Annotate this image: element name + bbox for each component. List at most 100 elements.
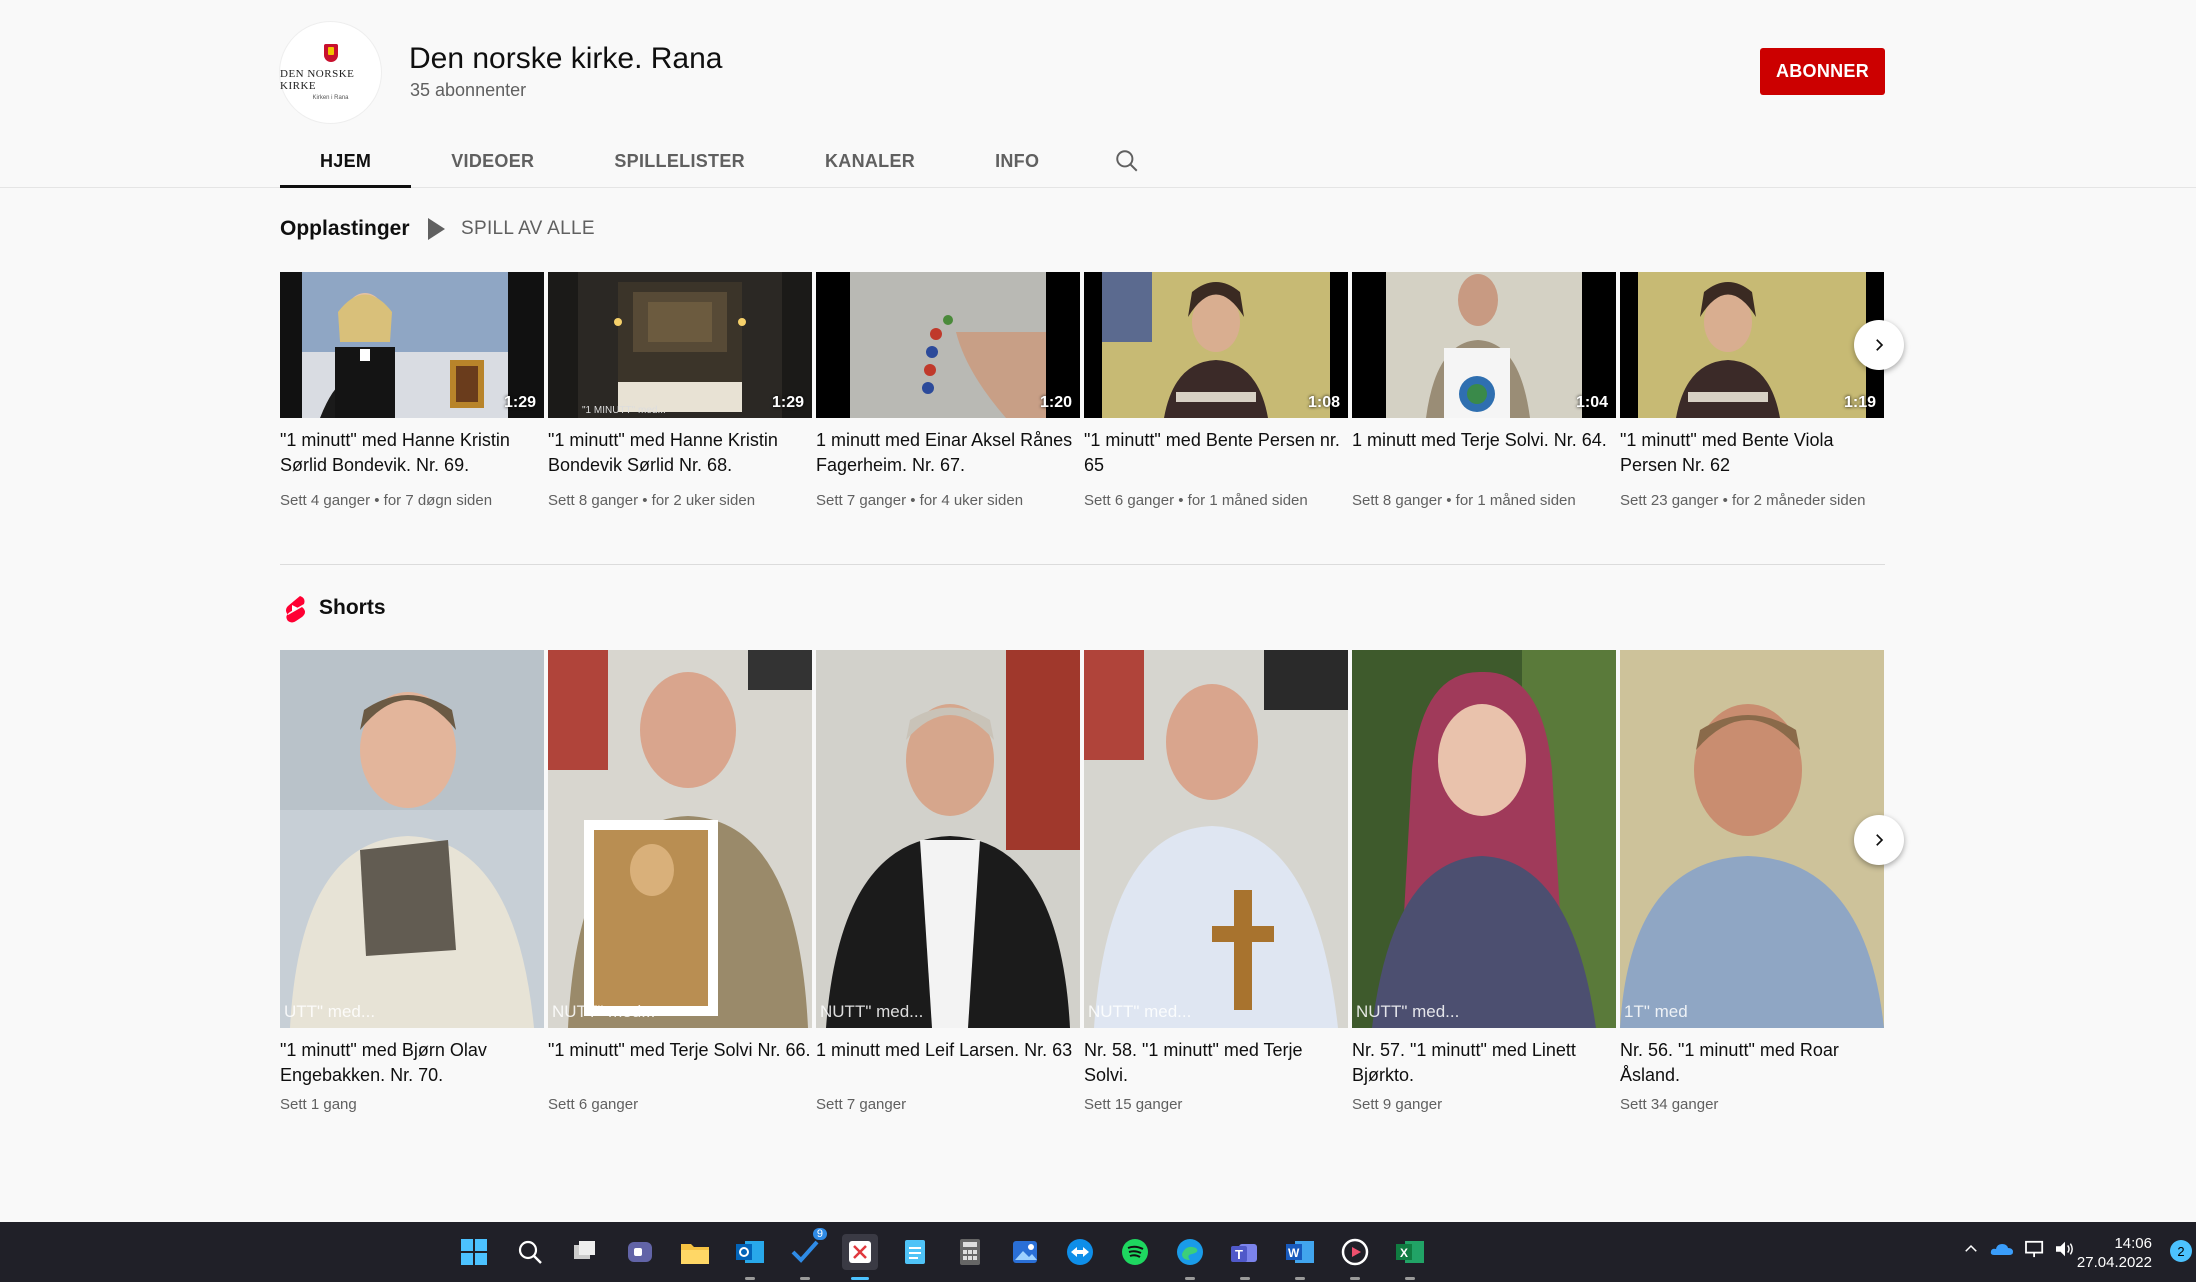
video-card[interactable]: "1 MINUTT" med... 1:29 "1 minutt" med Ha… [548, 272, 812, 512]
short-thumbnail[interactable]: NUTT" med... [1352, 650, 1616, 1028]
video-meta: Sett 6 ganger • for 1 måned siden [1084, 492, 1308, 509]
video-card[interactable]: 1:19 "1 minutt" med Bente Viola Persen N… [1620, 272, 1884, 512]
short-thumbnail[interactable]: NUTT" med... [816, 650, 1080, 1028]
uploads-next-button[interactable] [1854, 320, 1904, 370]
video-thumbnail[interactable]: 1:19 [1620, 272, 1884, 418]
edge-icon[interactable] [1172, 1234, 1208, 1280]
notification-badge[interactable]: 2 [2170, 1240, 2192, 1262]
video-card[interactable]: 1:29 "1 minutt" med Hanne Kristin Sørlid… [280, 272, 544, 512]
play-all-button[interactable]: SPILL AV ALLE [428, 218, 595, 240]
media-player-icon[interactable] [1337, 1234, 1373, 1280]
video-duration: 1:04 [1575, 394, 1608, 411]
task-view-icon[interactable] [567, 1234, 603, 1270]
video-duration: 1:20 [1039, 394, 1072, 411]
running-indicator [1350, 1277, 1360, 1280]
video-title[interactable]: "1 minutt" med Bente Persen nr. 65 [1084, 428, 1348, 478]
short-title[interactable]: "1 minutt" med Bjørn Olav Engebakken. Nr… [280, 1038, 544, 1088]
short-card[interactable]: NUTT" med... 1 minutt med Leif Larsen. N… [816, 650, 1080, 1116]
tab-playlists[interactable]: SPILLELISTER [574, 134, 785, 188]
short-card[interactable]: NUTT" med... Nr. 58. "1 minutt" med Terj… [1084, 650, 1348, 1116]
play-icon [428, 218, 445, 240]
short-thumbnail[interactable]: UTT" med... [280, 650, 544, 1028]
channel-header: DEN NORSKE KIRKE Kirken i Rana Den norsk… [0, 0, 2196, 188]
word-icon[interactable]: W [1282, 1234, 1318, 1280]
video-duration: 1:19 [1843, 394, 1876, 411]
short-card[interactable]: NUTT" med... Nr. 57. "1 minutt" med Line… [1352, 650, 1616, 1116]
video-title[interactable]: 1 minutt med Einar Aksel Rånes Fagerheim… [816, 428, 1080, 478]
running-indicator [745, 1277, 755, 1280]
teamviewer-icon[interactable] [1062, 1234, 1098, 1270]
svg-text:T: T [1235, 1247, 1243, 1262]
short-title[interactable]: Nr. 57. "1 minutt" med Linett Bjørkto. [1352, 1038, 1616, 1088]
photos-icon[interactable] [1007, 1234, 1043, 1270]
excel-icon[interactable]: X [1392, 1234, 1428, 1280]
short-meta: Sett 7 ganger [816, 1096, 907, 1113]
short-title[interactable]: 1 minutt med Leif Larsen. Nr. 63 [816, 1038, 1080, 1088]
short-title[interactable]: "1 minutt" med Terje Solvi Nr. 66. [548, 1038, 812, 1088]
short-card[interactable]: UTT" med... "1 minutt" med Bjørn Olav En… [280, 650, 544, 1116]
tab-channels[interactable]: KANALER [785, 134, 955, 188]
video-title[interactable]: "1 minutt" med Hanne Kristin Sørlid Bond… [280, 428, 544, 478]
video-meta: Sett 7 ganger • for 4 uker siden [816, 492, 1024, 509]
short-overlay-text: NUTT" med... [1356, 1002, 1460, 1021]
outlook-icon[interactable] [732, 1234, 768, 1280]
uploads-heading[interactable]: Opplastinger [280, 217, 410, 241]
section-divider [280, 564, 1885, 565]
video-thumbnail[interactable]: 1:08 [1084, 272, 1348, 418]
short-thumbnail[interactable]: NUTT" med... [1084, 650, 1348, 1028]
tab-videos[interactable]: VIDEOER [411, 134, 574, 188]
video-title[interactable]: "1 minutt" med Hanne Kristin Bondevik Sø… [548, 428, 812, 478]
todo-icon[interactable]: 9 [787, 1228, 827, 1280]
channel-avatar[interactable]: DEN NORSKE KIRKE Kirken i Rana [280, 22, 381, 123]
teams-icon[interactable]: T [1227, 1234, 1263, 1280]
video-card[interactable]: 1:08 "1 minutt" med Bente Persen nr. 65 … [1084, 272, 1348, 512]
video-card[interactable]: 1:04 1 minutt med Terje Solvi. Nr. 64. S… [1352, 272, 1616, 512]
file-explorer-icon[interactable] [677, 1234, 713, 1270]
short-thumbnail[interactable]: NUTT" med... [548, 650, 812, 1028]
video-card[interactable]: 1:20 1 minutt med Einar Aksel Rånes Fage… [816, 272, 1080, 512]
subscribe-button[interactable]: ABONNER [1760, 48, 1885, 95]
short-card[interactable]: 1T" med Nr. 56. "1 minutt" med Roar Åsla… [1620, 650, 1884, 1116]
onedrive-icon[interactable] [1990, 1240, 2014, 1263]
channel-name: Den norske kirke. Rana [409, 42, 723, 75]
video-thumbnail[interactable]: "1 MINUTT" med... 1:29 [548, 272, 812, 418]
channel-search-icon[interactable] [1079, 134, 1175, 188]
video-duration: 1:29 [771, 394, 804, 411]
snipping-tool-icon[interactable] [842, 1234, 878, 1280]
clock-time: 14:06 [2114, 1235, 2152, 1252]
video-thumbnail[interactable]: 1:20 [816, 272, 1080, 418]
taskbar-search-icon[interactable] [512, 1234, 548, 1270]
logo-subtext: Kirken i Rana [312, 95, 349, 101]
chat-icon[interactable] [622, 1234, 658, 1270]
shorts-heading[interactable]: Shorts [319, 596, 386, 620]
network-icon[interactable] [2024, 1240, 2046, 1263]
notepad-icon[interactable] [897, 1234, 933, 1270]
running-indicator [1240, 1277, 1250, 1280]
volume-icon[interactable] [2054, 1240, 2076, 1263]
channel-tabs: HJEM VIDEOER SPILLELISTER KANALER INFO [280, 134, 1175, 188]
short-title[interactable]: Nr. 58. "1 minutt" med Terje Solvi. [1084, 1038, 1348, 1088]
start-icon[interactable] [456, 1234, 492, 1270]
video-thumbnail[interactable]: 1:04 [1352, 272, 1616, 418]
video-meta: Sett 4 ganger • for 7 døgn siden [280, 492, 493, 509]
taskbar: 9 T W X 14:06 27.04.2022 2 [0, 1222, 2196, 1282]
short-card[interactable]: NUTT" med... "1 minutt" med Terje Solvi … [548, 650, 812, 1116]
short-thumbnail[interactable]: 1T" med [1620, 650, 1884, 1028]
short-overlay-text: NUTT" med... [820, 1002, 924, 1021]
short-meta: Sett 34 ganger [1620, 1096, 1719, 1113]
short-title[interactable]: Nr. 56. "1 minutt" med Roar Åsland. [1620, 1038, 1884, 1088]
video-title[interactable]: "1 minutt" med Bente Viola Persen Nr. 62 [1620, 428, 1884, 478]
spotify-icon[interactable] [1117, 1234, 1153, 1270]
tray-chevron-up-icon[interactable] [1962, 1240, 1980, 1263]
video-meta: Sett 8 ganger • for 1 måned siden [1352, 492, 1576, 509]
church-crest-icon [323, 44, 338, 62]
calculator-icon[interactable] [952, 1234, 988, 1270]
short-overlay-text: NUTT" med... [1088, 1002, 1192, 1021]
shorts-next-button[interactable] [1854, 815, 1904, 865]
tab-about[interactable]: INFO [955, 134, 1079, 188]
tab-home[interactable]: HJEM [280, 134, 412, 188]
video-thumbnail[interactable]: 1:29 [280, 272, 544, 418]
taskbar-clock[interactable]: 14:06 27.04.2022 [2077, 1234, 2152, 1272]
logo-text: DEN NORSKE KIRKE [280, 68, 355, 92]
video-title[interactable]: 1 minutt med Terje Solvi. Nr. 64. [1352, 428, 1616, 478]
